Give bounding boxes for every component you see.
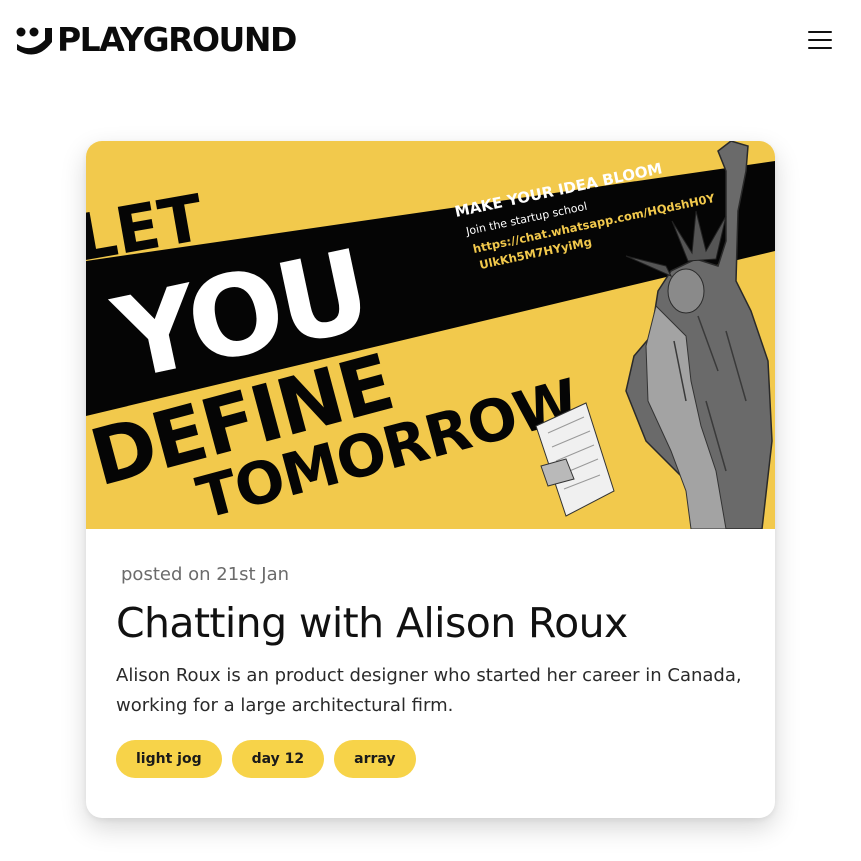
tag-light-jog[interactable]: light jog bbox=[116, 740, 222, 778]
logo[interactable]: PLAYGROUND bbox=[15, 20, 297, 59]
tag-array[interactable]: array bbox=[334, 740, 416, 778]
post-description: Alison Roux is an product designer who s… bbox=[116, 665, 742, 716]
top-bar: PLAYGROUND bbox=[0, 0, 861, 84]
menu-line bbox=[808, 47, 832, 49]
smiley-mark-icon bbox=[16, 27, 52, 55]
post-date: posted on 21st Jan bbox=[121, 564, 290, 585]
post-banner-image: LET YOU DEFINE TOMORROW MAKE YOUR IDEA B… bbox=[86, 141, 775, 529]
tag-day-12[interactable]: day 12 bbox=[231, 740, 325, 778]
post-title[interactable]: Chatting with Alison Roux bbox=[116, 599, 628, 647]
hamburger-menu-icon[interactable] bbox=[806, 28, 834, 52]
menu-line bbox=[808, 31, 832, 33]
tag-list: light jog day 12 array bbox=[116, 740, 416, 778]
logo-text: PLAYGROUND bbox=[57, 20, 297, 59]
post-card[interactable]: LET YOU DEFINE TOMORROW MAKE YOUR IDEA B… bbox=[86, 141, 775, 818]
menu-line bbox=[808, 39, 832, 41]
